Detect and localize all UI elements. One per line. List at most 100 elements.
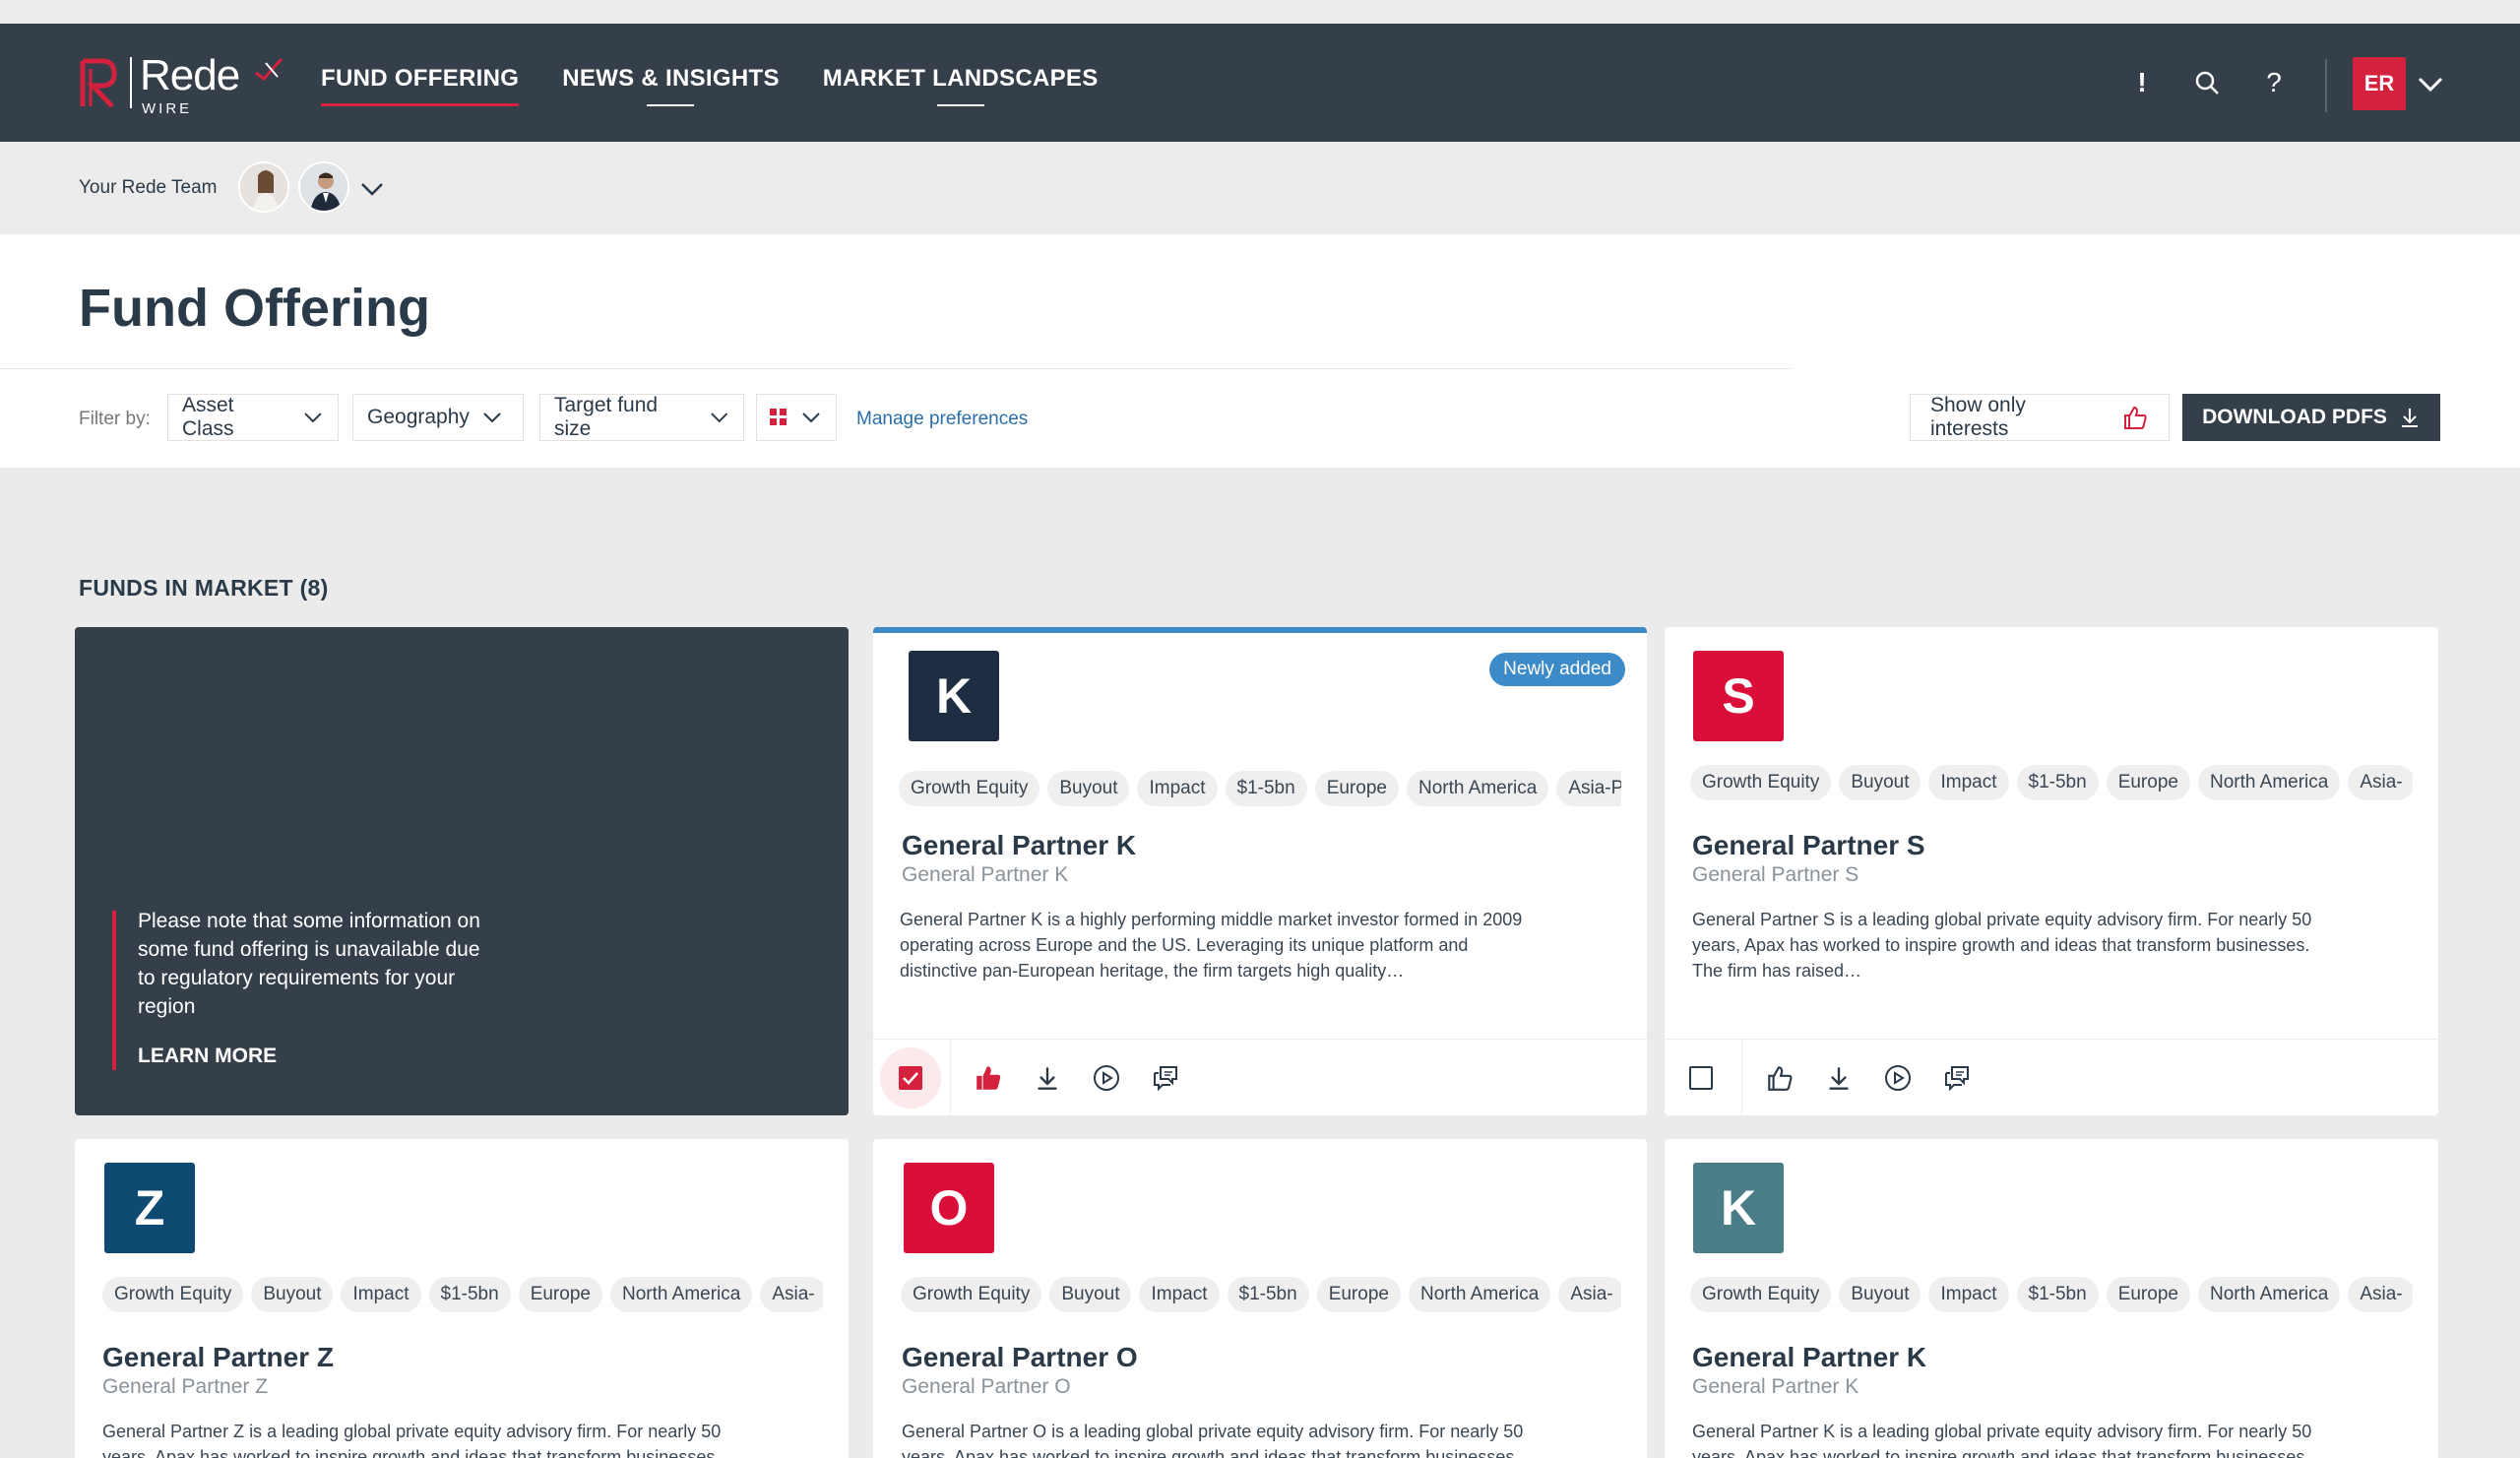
fund-tag: $1-5bn bbox=[2016, 765, 2099, 800]
fund-tag: Europe bbox=[1314, 771, 1399, 806]
fund-tag: Buyout bbox=[251, 1277, 334, 1312]
fund-title[interactable]: General Partner K bbox=[1692, 1342, 1926, 1373]
fund-tag: Impact bbox=[1139, 1277, 1220, 1312]
fund-logo: Z bbox=[104, 1163, 195, 1253]
team-bar: Your Rede Team bbox=[0, 142, 2520, 234]
fund-subtitle: General Partner K bbox=[902, 863, 1069, 886]
fund-card[interactable]: S Growth Equity Buyout Impact $1-5bn Europe N… bbox=[1665, 627, 2438, 1115]
actions-separator bbox=[1741, 1040, 1742, 1115]
download-button[interactable] bbox=[1820, 1059, 1858, 1097]
fund-card[interactable]: Z Growth Equity Buyout Impact $1-5bn Europe N… bbox=[75, 1139, 849, 1458]
nav-market-landscapes[interactable]: MARKET LANDSCAPES bbox=[823, 65, 1099, 106]
fund-tags: Growth Equity Buyout Impact $1-5bn Europe Nor… bbox=[102, 1277, 823, 1312]
checkbox-icon bbox=[1689, 1066, 1713, 1090]
title-area: Fund Offering bbox=[0, 234, 2520, 369]
select-checkbox[interactable] bbox=[1682, 1059, 1720, 1097]
fund-logo: S bbox=[1693, 651, 1784, 741]
user-avatar[interactable]: ER bbox=[2353, 57, 2406, 110]
fund-tag: Buyout bbox=[1047, 771, 1130, 806]
play-video-button[interactable] bbox=[1879, 1059, 1917, 1097]
learn-more-link[interactable]: LEARN MORE bbox=[138, 1045, 277, 1068]
download-pdfs-button[interactable]: DOWNLOAD PDFS bbox=[2182, 394, 2440, 441]
fund-tag: Buyout bbox=[1839, 765, 1922, 800]
brand-sub: WIRE bbox=[142, 100, 193, 117]
fund-logo: K bbox=[909, 651, 999, 741]
fund-title[interactable]: General Partner Z bbox=[102, 1342, 334, 1373]
fund-title[interactable]: General Partner K bbox=[902, 830, 1136, 861]
fund-tag: Europe bbox=[2106, 1277, 2190, 1312]
rede-wire-logo[interactable]: Rede WIRE bbox=[79, 51, 285, 117]
target-fund-size-dropdown[interactable]: Target fund size bbox=[539, 394, 744, 441]
fund-tags: Growth Equity Buyout Impact $1-5bn Europe Nor… bbox=[1690, 765, 2413, 800]
asset-class-dropdown[interactable]: Asset Class bbox=[167, 394, 339, 441]
fund-tag: Asia- bbox=[1558, 1277, 1621, 1312]
newly-added-badge: Newly added bbox=[1489, 653, 1625, 686]
interest-like-button[interactable] bbox=[970, 1059, 1007, 1097]
fund-description: General Partner Z is a leading global pr… bbox=[102, 1422, 722, 1458]
fund-tag: Europe bbox=[1316, 1277, 1401, 1312]
regulatory-notice-card: Please note that some information on som… bbox=[75, 627, 849, 1115]
show-only-interests-toggle[interactable]: Show only interests bbox=[1910, 394, 2170, 441]
alerts-icon[interactable]: ! bbox=[2122, 63, 2162, 102]
fund-tag: North America bbox=[609, 1277, 753, 1312]
page-title: Fund Offering bbox=[79, 279, 430, 338]
fund-tag: North America bbox=[2197, 765, 2341, 800]
message-button[interactable] bbox=[1938, 1059, 1976, 1097]
fund-tag: North America bbox=[1408, 1277, 1551, 1312]
interest-like-button[interactable] bbox=[1761, 1059, 1798, 1097]
notice-text: Please note that some information on som… bbox=[138, 910, 480, 1018]
fund-title[interactable]: General Partner S bbox=[1692, 830, 1925, 861]
fund-tag: Growth Equity bbox=[901, 1277, 1042, 1312]
main-nav: FUND OFFERING NEWS & INSIGHTS MARKET LAN… bbox=[321, 65, 1099, 106]
team-member-avatar[interactable] bbox=[298, 161, 349, 213]
play-video-button[interactable] bbox=[1088, 1059, 1125, 1097]
actions-separator bbox=[950, 1040, 951, 1115]
fund-tag: Growth Equity bbox=[899, 771, 1040, 806]
fund-tag: Growth Equity bbox=[1690, 765, 1832, 800]
fund-tag: $1-5bn bbox=[2016, 1277, 2099, 1312]
geography-dropdown[interactable]: Geography bbox=[352, 394, 524, 441]
download-button[interactable] bbox=[1029, 1059, 1066, 1097]
logo-separator bbox=[130, 57, 132, 108]
message-button[interactable] bbox=[1147, 1059, 1184, 1097]
nav-fund-offering[interactable]: FUND OFFERING bbox=[321, 65, 520, 106]
search-icon[interactable] bbox=[2187, 63, 2227, 102]
select-checkbox-checked[interactable] bbox=[880, 1047, 941, 1109]
fund-subtitle: General Partner K bbox=[1692, 1375, 1859, 1398]
fund-card[interactable]: K Newly added Growth Equity Buyout Impact $… bbox=[873, 627, 1647, 1115]
fund-description: General Partner S is a leading global pr… bbox=[1692, 910, 2312, 981]
fund-tag: Impact bbox=[1928, 1277, 2009, 1312]
logo-tick-icon bbox=[255, 57, 284, 82]
fund-tags: Growth Equity Buyout Impact $1-5bn Europe Nor… bbox=[899, 771, 1621, 806]
manage-preferences-link[interactable]: Manage preferences bbox=[856, 409, 1028, 430]
chevron-down-icon bbox=[710, 412, 727, 423]
thumbs-up-icon bbox=[2124, 407, 2147, 429]
fund-tag: Growth Equity bbox=[102, 1277, 244, 1312]
filter-bar: Filter by: Asset Class Geography Target … bbox=[0, 369, 2520, 468]
fund-card[interactable]: K Growth Equity Buyout Impact $1-5bn Europe N… bbox=[1665, 1139, 2438, 1458]
nav-divider bbox=[2325, 59, 2327, 112]
chevron-down-icon bbox=[802, 412, 820, 423]
funds-heading: FUNDS IN MARKET (8) bbox=[79, 575, 329, 601]
help-icon[interactable]: ? bbox=[2254, 63, 2294, 102]
chat-icon bbox=[1945, 1066, 1969, 1092]
view-mode-dropdown[interactable] bbox=[756, 394, 837, 441]
rede-r-logo-icon bbox=[80, 58, 117, 108]
fund-card[interactable]: O Growth Equity Buyout Impact $1-5bn Europe N… bbox=[873, 1139, 1647, 1458]
team-member-avatar[interactable] bbox=[238, 161, 289, 213]
fund-subtitle: General Partner S bbox=[1692, 863, 1859, 886]
thumbs-up-filled-icon bbox=[976, 1066, 1001, 1090]
fund-tag: Impact bbox=[341, 1277, 421, 1312]
fund-tag: Asia-P bbox=[1556, 771, 1621, 806]
fund-title[interactable]: General Partner O bbox=[902, 1342, 1138, 1373]
nav-news-insights[interactable]: NEWS & INSIGHTS bbox=[562, 65, 780, 106]
team-label: Your Rede Team bbox=[79, 177, 218, 198]
team-expand-chevron-icon[interactable] bbox=[356, 173, 388, 205]
fund-tag: $1-5bn bbox=[1227, 1277, 1309, 1312]
download-pdfs-label: DOWNLOAD PDFS bbox=[2202, 406, 2387, 428]
fund-description: General Partner K is a leading global pr… bbox=[1692, 1422, 2312, 1458]
fund-tag: Europe bbox=[518, 1277, 602, 1312]
show-interests-label: Show only interests bbox=[1930, 394, 2026, 440]
user-menu-chevron-icon[interactable] bbox=[2414, 67, 2447, 100]
brand-name: Rede bbox=[140, 51, 240, 99]
